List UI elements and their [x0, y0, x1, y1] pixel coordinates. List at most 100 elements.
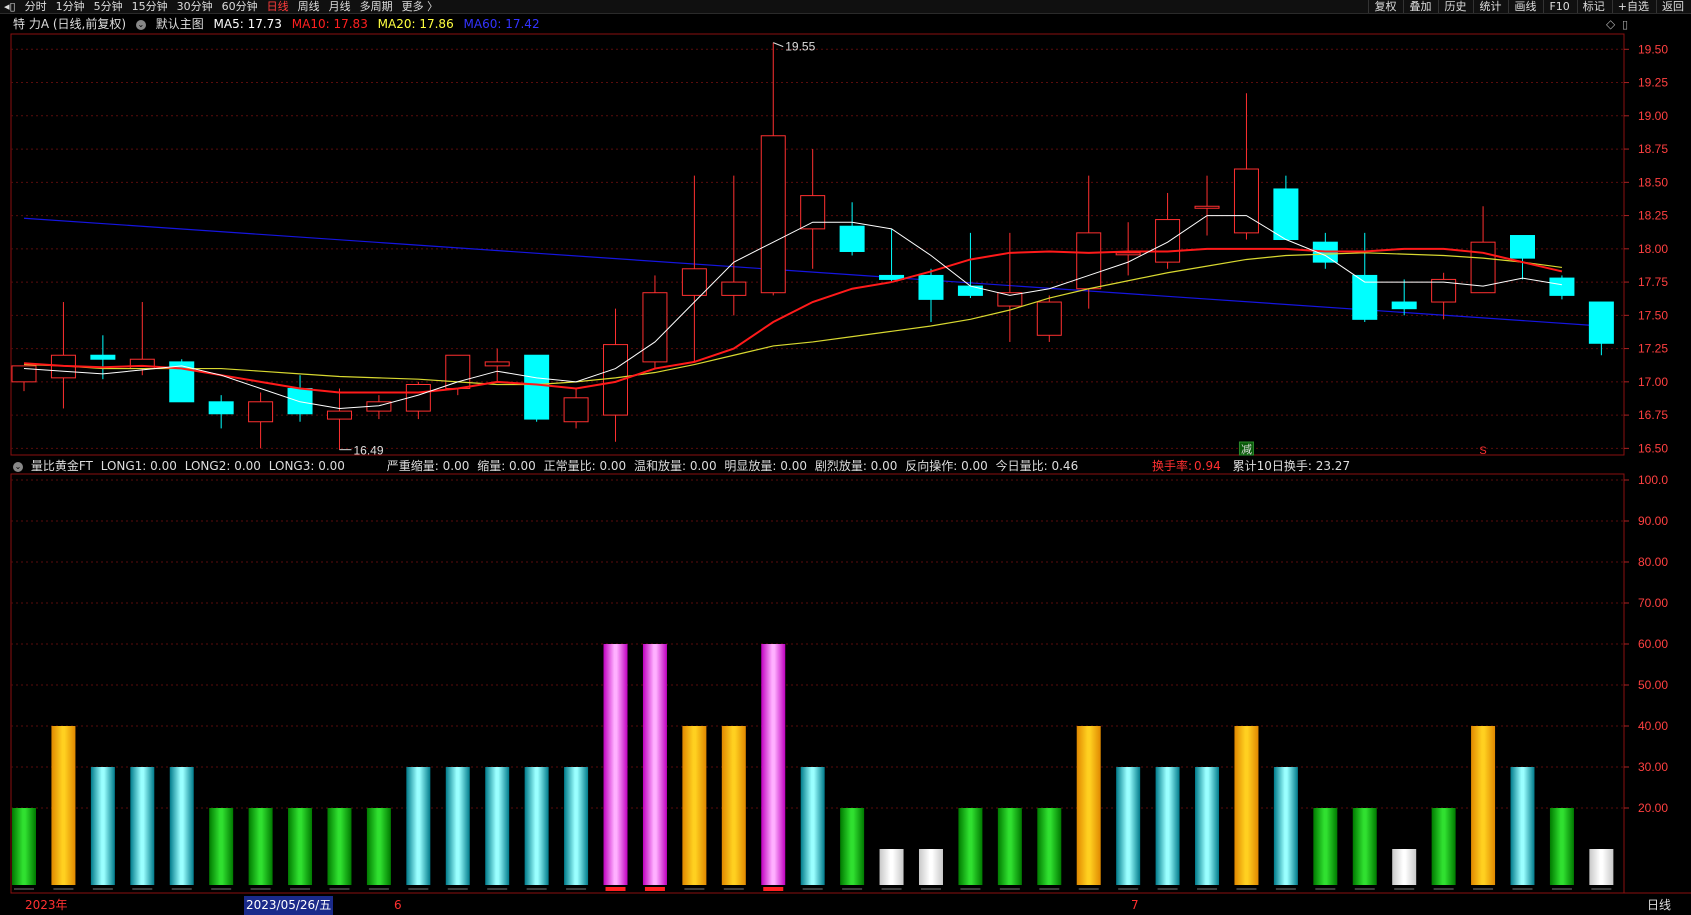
candle-body: [918, 274, 944, 300]
candle: [1391, 279, 1417, 316]
price-tick-label: 16.50: [1638, 441, 1668, 455]
volume-ratio-bar: [603, 644, 628, 885]
candle-body: [208, 401, 234, 415]
candle-body: [11, 365, 37, 383]
sub-tick-label: 50.00: [1638, 678, 1668, 692]
candle-body: [800, 195, 826, 230]
candle-body: [1233, 168, 1259, 234]
volume-ratio-bar: [1116, 767, 1141, 885]
price-tick-label: 16.75: [1638, 408, 1668, 422]
candle-body: [1391, 301, 1417, 310]
volume-ratio-bar: [800, 767, 825, 885]
signal-s-label: S: [1479, 445, 1486, 457]
volume-ratio-bar: [1155, 767, 1180, 885]
volume-ratio-bar: [51, 726, 76, 885]
low-price-label: 16.49: [353, 444, 383, 458]
candle: [248, 392, 274, 449]
candle-body: [1588, 301, 1614, 344]
candle-body: [1273, 188, 1299, 241]
cursor-date-label: 2023/05/26/五: [244, 896, 334, 915]
volume-ratio-bar: [1076, 726, 1101, 885]
candle: [681, 175, 707, 362]
volume-ratio-bar: [1234, 726, 1259, 885]
candle: [760, 42, 786, 296]
volume-ratio-bar: [642, 644, 667, 885]
month-6-label: 6: [394, 898, 402, 912]
candle: [1431, 272, 1457, 320]
period-label: 日线: [1647, 898, 1672, 912]
candle-body: [326, 410, 352, 420]
volume-ratio-bar: [406, 767, 431, 885]
candle: [642, 275, 668, 369]
candle: [879, 228, 905, 283]
candle-body: [248, 401, 274, 423]
candle: [1233, 93, 1259, 240]
volume-ratio-bar: [1431, 808, 1456, 885]
volume-ratio-bar: [169, 767, 194, 885]
candle: [1509, 235, 1535, 280]
candle: [563, 388, 589, 429]
candle-body: [760, 135, 786, 294]
volume-ratio-bar: [840, 808, 865, 885]
candle: [1588, 301, 1614, 356]
candle-body: [1509, 235, 1535, 259]
candle: [1470, 206, 1496, 294]
stock-chart[interactable]: 19.50 19.25 19.00 18.75 18.50 18.25 18.00 17.75…: [0, 0, 1691, 915]
price-tick-label: 18.50: [1638, 175, 1668, 189]
volume-ratio-bar: [485, 767, 510, 885]
candle-body: [90, 354, 116, 360]
candle: [1273, 175, 1299, 241]
volume-ratio-bar: [524, 767, 549, 885]
volume-ratio-bar: [366, 808, 391, 885]
price-tick-label: 19.50: [1638, 42, 1668, 56]
date-axis: 2023年 2023/05/26/五 6 7 日线: [0, 896, 1691, 915]
volume-ratio-bar: [879, 849, 904, 885]
candle: [405, 381, 431, 420]
candle: [603, 308, 629, 442]
candle-body: [681, 268, 707, 296]
candle: [1155, 192, 1181, 269]
sub-tick-label: 60.00: [1638, 637, 1668, 651]
sub-tick-label: 70.00: [1638, 596, 1668, 610]
main-chart-frame: [10, 33, 1625, 456]
price-tick-label: 18.00: [1638, 242, 1668, 256]
volume-ratio-bar: [209, 808, 234, 885]
candle-body: [997, 292, 1023, 307]
volume-ratio-bar: [90, 767, 115, 885]
volume-ratio-bar: [130, 767, 155, 885]
candle: [839, 202, 865, 256]
candle-body: [524, 354, 550, 420]
price-tick-label: 17.50: [1638, 308, 1668, 322]
volume-ratio-bar: [918, 849, 943, 885]
volume-ratio-bar: [761, 644, 786, 885]
candle-body: [839, 225, 865, 252]
volume-ratio-bar: [1313, 808, 1338, 885]
high-price-label: 19.55: [785, 40, 815, 54]
sub-tick-label: 90.00: [1638, 514, 1668, 528]
candle-body: [1115, 252, 1141, 256]
price-tick-label: 18.75: [1638, 142, 1668, 156]
volume-ratio-bar: [1037, 808, 1062, 885]
diamond-icon: ◇: [1606, 17, 1616, 31]
volume-ratio-bar: [1195, 767, 1220, 885]
candle-body: [484, 361, 510, 367]
volume-ratio-bar: [1549, 808, 1574, 885]
volume-ratio-bar: [1392, 849, 1417, 885]
month-7-label: 7: [1131, 898, 1139, 912]
candle-body: [1076, 232, 1102, 290]
volume-ratio-bar: [721, 726, 746, 885]
volume-ratio-bar: [1589, 849, 1614, 885]
price-tick-label: 17.25: [1638, 342, 1668, 356]
candle-body: [642, 292, 668, 363]
candle-body: [957, 285, 983, 296]
candle: [326, 388, 352, 450]
candle: [918, 268, 944, 322]
volume-ratio-bar: [958, 808, 983, 885]
volume-ratio-bar: [445, 767, 470, 885]
candle: [1194, 175, 1220, 236]
candle-body: [445, 354, 471, 389]
volume-ratio-bar: [327, 808, 352, 885]
candle: [50, 302, 76, 409]
volume-ratio-bar: [248, 808, 273, 885]
candle-body: [1036, 301, 1062, 336]
